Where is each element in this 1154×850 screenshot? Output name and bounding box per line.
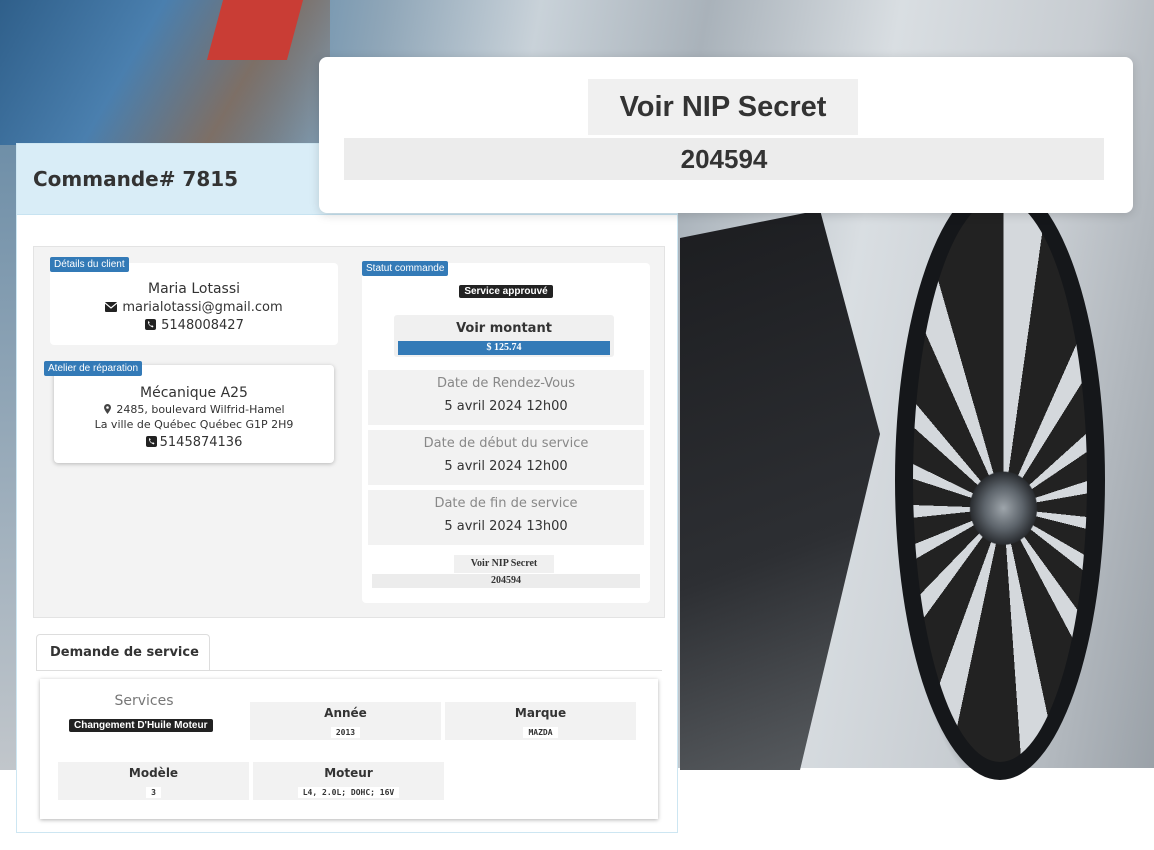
envelope-icon bbox=[104, 302, 118, 313]
model-value: 3 bbox=[146, 787, 161, 798]
shop-address-line1: 2485, boulevard Wilfrid-Hamel bbox=[116, 403, 285, 416]
shop-address-line2: La ville de Québec Québec G1P 2H9 bbox=[94, 418, 294, 431]
client-email[interactable]: marialotassi@gmail.com bbox=[122, 300, 282, 315]
make-cell: Marque MAZDA bbox=[445, 702, 636, 740]
secret-pin-popup: Voir NIP Secret 204594 bbox=[319, 57, 1133, 213]
client-email-row: marialotassi@gmail.com bbox=[50, 300, 338, 315]
appointment-label: Date de Rendez-Vous bbox=[436, 376, 576, 391]
engine-label: Moteur bbox=[324, 766, 373, 780]
shop-address-line1-row: 2485, boulevard Wilfrid-Hamel bbox=[54, 403, 334, 416]
shop-phone[interactable]: 5145874136 bbox=[160, 435, 243, 450]
appointment-value: 5 avril 2024 12h00 bbox=[444, 399, 568, 414]
year-value: 2013 bbox=[330, 727, 361, 738]
shop-phone-row: 5145874136 bbox=[54, 435, 334, 450]
end-label: Date de fin de service bbox=[434, 496, 578, 511]
start-date-box: Date de début du service 5 avril 2024 12… bbox=[368, 430, 644, 485]
map-marker-icon bbox=[103, 404, 111, 415]
start-value: 5 avril 2024 12h00 bbox=[444, 459, 568, 474]
end-date-box: Date de fin de service 5 avril 2024 13h0… bbox=[368, 490, 644, 545]
background-mechanic-detail bbox=[206, 0, 304, 60]
shop-name: Mécanique A25 bbox=[140, 385, 248, 401]
year-label: Année bbox=[324, 706, 367, 720]
engine-value: L4, 2.0L; DOHC; 16V bbox=[297, 787, 400, 798]
order-details-well: Détails du client Maria Lotassi marialot… bbox=[33, 246, 665, 618]
amount-toggle[interactable]: Voir montant $ 125.74 bbox=[394, 315, 614, 357]
model-label: Modèle bbox=[128, 766, 179, 780]
popup-pin-value: 204594 bbox=[344, 138, 1104, 180]
shop-tag: Atelier de réparation bbox=[44, 361, 143, 376]
order-title: Commande# 7815 bbox=[33, 167, 239, 191]
amount-value: $ 125.74 bbox=[398, 341, 610, 355]
repair-shop-details: Atelier de réparation Mécanique A25 2485… bbox=[44, 361, 334, 463]
secret-pin-value: 204594 bbox=[372, 574, 640, 588]
secret-pin-button[interactable]: Voir NIP Secret bbox=[454, 555, 554, 573]
service-request-panel: Services Changement D'Huile Moteur Année… bbox=[40, 679, 658, 819]
phone-icon bbox=[144, 319, 156, 330]
order-status-panel: Statut commande Service approuvé Voir mo… bbox=[362, 261, 650, 603]
client-phone[interactable]: 5148008427 bbox=[161, 318, 244, 333]
year-cell: Année 2013 bbox=[250, 702, 441, 740]
client-details: Détails du client Maria Lotassi marialot… bbox=[50, 257, 338, 345]
amount-label: Voir montant bbox=[456, 321, 552, 336]
background-tire bbox=[895, 180, 1105, 780]
make-value: MAZDA bbox=[523, 727, 558, 738]
status-tag: Statut commande bbox=[362, 261, 449, 276]
client-phone-row: 5148008427 bbox=[50, 318, 338, 333]
make-label: Marque bbox=[514, 706, 567, 720]
services-label: Services bbox=[114, 693, 174, 709]
client-name: Maria Lotassi bbox=[148, 281, 240, 297]
tab-divider bbox=[36, 670, 662, 671]
phone-icon bbox=[146, 436, 158, 447]
order-card: Commande# 7815 Détails du client Maria L… bbox=[16, 143, 678, 833]
status-badge: Service approuvé bbox=[459, 285, 553, 298]
end-value: 5 avril 2024 13h00 bbox=[444, 519, 568, 534]
client-tag: Détails du client bbox=[50, 257, 129, 272]
model-cell: Modèle 3 bbox=[58, 762, 249, 800]
engine-cell: Moteur L4, 2.0L; DOHC; 16V bbox=[253, 762, 444, 800]
popup-pin-label[interactable]: Voir NIP Secret bbox=[588, 79, 858, 135]
tab-service-request[interactable]: Demande de service bbox=[36, 634, 210, 670]
start-label: Date de début du service bbox=[423, 436, 589, 451]
appointment-date-box: Date de Rendez-Vous 5 avril 2024 12h00 bbox=[368, 370, 644, 425]
service-badge: Changement D'Huile Moteur bbox=[69, 719, 213, 732]
